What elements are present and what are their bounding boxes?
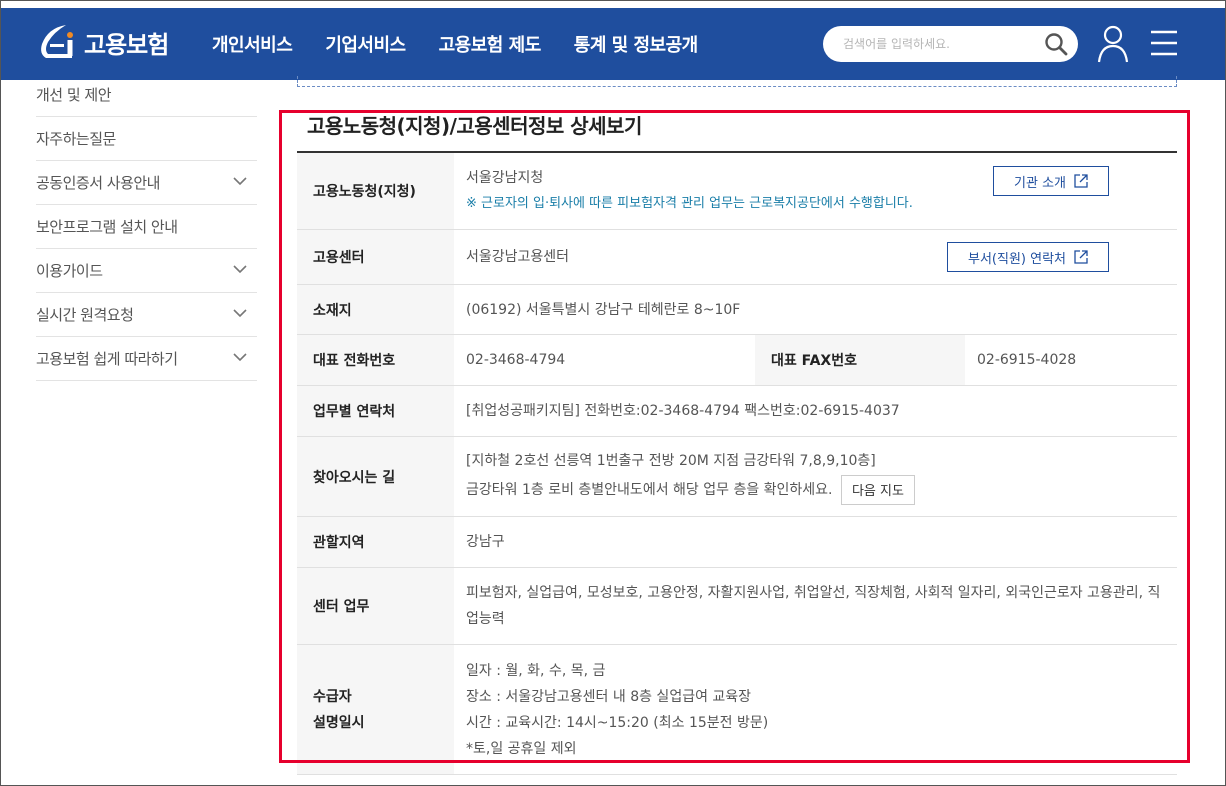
- sidebar-item-user-guide[interactable]: 이용가이드: [36, 249, 257, 293]
- row-header: 업무별 연락처: [297, 386, 454, 436]
- table-row-contacts: 업무별 연락처 [취업성공패키지팀] 전화번호:02-3468-4794 팩스번…: [297, 386, 1177, 437]
- site-logo[interactable]: 고용보험: [36, 20, 169, 64]
- briefing-exception: *토,일 공휴일 제외: [466, 740, 577, 757]
- logo-text: 고용보험: [84, 30, 169, 59]
- table-row-region: 관할지역 강남구: [297, 517, 1177, 568]
- row-value: 서울강남지청 ※ 근로자의 입·퇴사에 따른 피보험자격 관리 업무는 근로복지…: [454, 153, 1177, 229]
- search-box: [823, 26, 1078, 62]
- table-row-office: 고용노동청(지청) 서울강남지청 ※ 근로자의 입·퇴사에 따른 피보험자격 관…: [297, 153, 1177, 230]
- row-header: 고용노동청(지청): [297, 153, 454, 229]
- directions-line-2: 금강타워 1층 로비 층별안내도에서 해당 업무 층을 확인하세요.: [466, 481, 833, 498]
- sidebar-item-remote-support[interactable]: 실시간 원격요청: [36, 293, 257, 337]
- button-label: 부서(직원) 연락처: [968, 251, 1066, 267]
- main-nav: 개인서비스 기업서비스 고용보험 제도 통계 및 정보공개: [212, 8, 731, 80]
- sidebar-item-suggestions[interactable]: 개선 및 제안: [36, 72, 257, 117]
- table-row-address: 소재지 (06192) 서울특별시 강남구 테헤란로 8~10F: [297, 285, 1177, 335]
- row-value: [지하철 2호선 선릉역 1번출구 전방 20M 지점 금강타워 7,8,9,1…: [454, 437, 1177, 516]
- row-value: 피보험자, 실업급여, 모성보호, 고용안정, 자활지원사업, 취업알선, 직장…: [454, 568, 1177, 644]
- sidebar-item-label: 보안프로그램 설치 안내: [36, 218, 178, 236]
- fax-value: 02-6915-4028: [977, 352, 1077, 368]
- sidebar-item-label: 공동인증서 사용안내: [36, 174, 160, 192]
- row-header: 대표 전화번호: [297, 335, 454, 385]
- row-value: [취업성공패키지팀] 전화번호:02-3468-4794 팩스번호:02-691…: [454, 386, 1177, 436]
- chevron-down-icon[interactable]: [233, 308, 247, 318]
- sidebar: 개선 및 제안 자주하는질문 공동인증서 사용안내 보안프로그램 설치 안내 이…: [36, 72, 257, 381]
- office-intro-button[interactable]: 기관 소개: [993, 166, 1109, 196]
- previous-section-edge: [297, 76, 1177, 87]
- sidebar-item-certificate-guide[interactable]: 공동인증서 사용안내: [36, 161, 257, 205]
- briefing-label-1: 수급자: [313, 688, 352, 705]
- external-link-icon: [1074, 174, 1088, 188]
- sidebar-item-security-program[interactable]: 보안프로그램 설치 안내: [36, 205, 257, 249]
- center-detail-table: 고용노동청(지청) 서울강남지청 ※ 근로자의 입·퇴사에 따른 피보험자격 관…: [297, 151, 1177, 775]
- logo-ei-icon: [41, 25, 73, 58]
- sidebar-item-label: 이용가이드: [36, 262, 103, 280]
- site-header: 고용보험 개인서비스 기업서비스 고용보험 제도 통계 및 정보공개: [0, 8, 1226, 80]
- nav-insurance-system[interactable]: 고용보험 제도: [439, 31, 542, 57]
- button-label: 기관 소개: [1014, 175, 1066, 191]
- row-header: 센터 업무: [297, 568, 454, 644]
- row-value: 서울강남고용센터 부서(직원) 연락처: [454, 230, 1177, 284]
- row-header: 소재지: [297, 285, 454, 334]
- table-row-services: 센터 업무 피보험자, 실업급여, 모성보호, 고용안정, 자활지원사업, 취업…: [297, 568, 1177, 645]
- user-icon[interactable]: [1097, 24, 1129, 64]
- briefing-label-2: 설명일시: [313, 714, 365, 731]
- directions-line-1: [지하철 2호선 선릉역 1번출구 전방 20M 지점 금강타워 7,8,9,1…: [466, 452, 876, 469]
- search-input[interactable]: [843, 26, 1038, 62]
- daum-map-button[interactable]: 다음 지도: [840, 474, 915, 505]
- row-header: 찾아오시는 길: [297, 437, 454, 516]
- row-value: 02-6915-4028: [965, 335, 1177, 385]
- row-header: 고용센터: [297, 230, 454, 284]
- nav-personal-services[interactable]: 개인서비스: [212, 31, 293, 57]
- table-row-directions: 찾아오시는 길 [지하철 2호선 선릉역 1번출구 전방 20M 지점 금강타워…: [297, 437, 1177, 517]
- services-value: 피보험자, 실업급여, 모성보호, 고용안정, 자활지원사업, 취업알선, 직장…: [466, 585, 1161, 627]
- phone-value: 02-3468-4794: [466, 352, 566, 368]
- table-row-center: 고용센터 서울강남고용센터 부서(직원) 연락처: [297, 230, 1177, 285]
- chevron-down-icon[interactable]: [233, 264, 247, 274]
- page-title: 고용노동청(지청)/고용센터정보 상세보기: [307, 114, 642, 138]
- row-value: 02-3468-4794: [454, 335, 755, 385]
- region-value: 강남구: [466, 534, 505, 550]
- external-link-icon: [1074, 250, 1088, 264]
- table-row-phone: 대표 전화번호 02-3468-4794 대표 FAX번호 02-6915-40…: [297, 335, 1177, 386]
- row-value: 강남구: [454, 517, 1177, 567]
- contacts-value: [취업성공패키지팀] 전화번호:02-3468-4794 팩스번호:02-691…: [466, 403, 900, 419]
- sidebar-item-label: 실시간 원격요청: [36, 306, 134, 324]
- table-row-briefing: 수급자 설명일시 일자 : 월, 화, 수, 목, 금 장소 : 서울강남고용센…: [297, 645, 1177, 775]
- sidebar-item-easy-tutorial[interactable]: 고용보험 쉽게 따라하기: [36, 337, 257, 381]
- briefing-date: 일자 : 월, 화, 수, 목, 금: [466, 662, 606, 679]
- directions-line-2-wrap: 금강타워 1층 로비 층별안내도에서 해당 업무 층을 확인하세요. 다음 지도: [466, 474, 1177, 506]
- row-header: 관할지역: [297, 517, 454, 567]
- nav-business-services[interactable]: 기업서비스: [325, 31, 406, 57]
- nav-statistics[interactable]: 통계 및 정보공개: [574, 31, 698, 57]
- chevron-down-icon[interactable]: [233, 352, 247, 362]
- sidebar-item-label: 고용보험 쉽게 따라하기: [36, 350, 178, 368]
- row-header: 대표 FAX번호: [755, 335, 965, 385]
- row-header: 수급자 설명일시: [297, 645, 454, 774]
- sidebar-item-label: 개선 및 제안: [36, 85, 112, 104]
- row-value: 일자 : 월, 화, 수, 목, 금 장소 : 서울강남고용센터 내 8층 실업…: [454, 645, 1177, 774]
- sidebar-item-faq[interactable]: 자주하는질문: [36, 117, 257, 161]
- briefing-time: 시간 : 교육시간: 14시~15:20 (최소 15분전 방문): [466, 714, 769, 731]
- staff-contact-button[interactable]: 부서(직원) 연락처: [947, 242, 1109, 272]
- sidebar-item-label: 자주하는질문: [36, 130, 116, 148]
- address-value: (06192) 서울특별시 강남구 테헤란로 8~10F: [466, 301, 741, 318]
- row-value: (06192) 서울특별시 강남구 테헤란로 8~10F: [454, 285, 1177, 334]
- search-icon[interactable]: [1044, 32, 1068, 56]
- briefing-place: 장소 : 서울강남고용센터 내 8층 실업급여 교육장: [466, 688, 752, 705]
- chevron-down-icon[interactable]: [233, 176, 247, 186]
- hamburger-menu-icon[interactable]: [1150, 28, 1178, 58]
